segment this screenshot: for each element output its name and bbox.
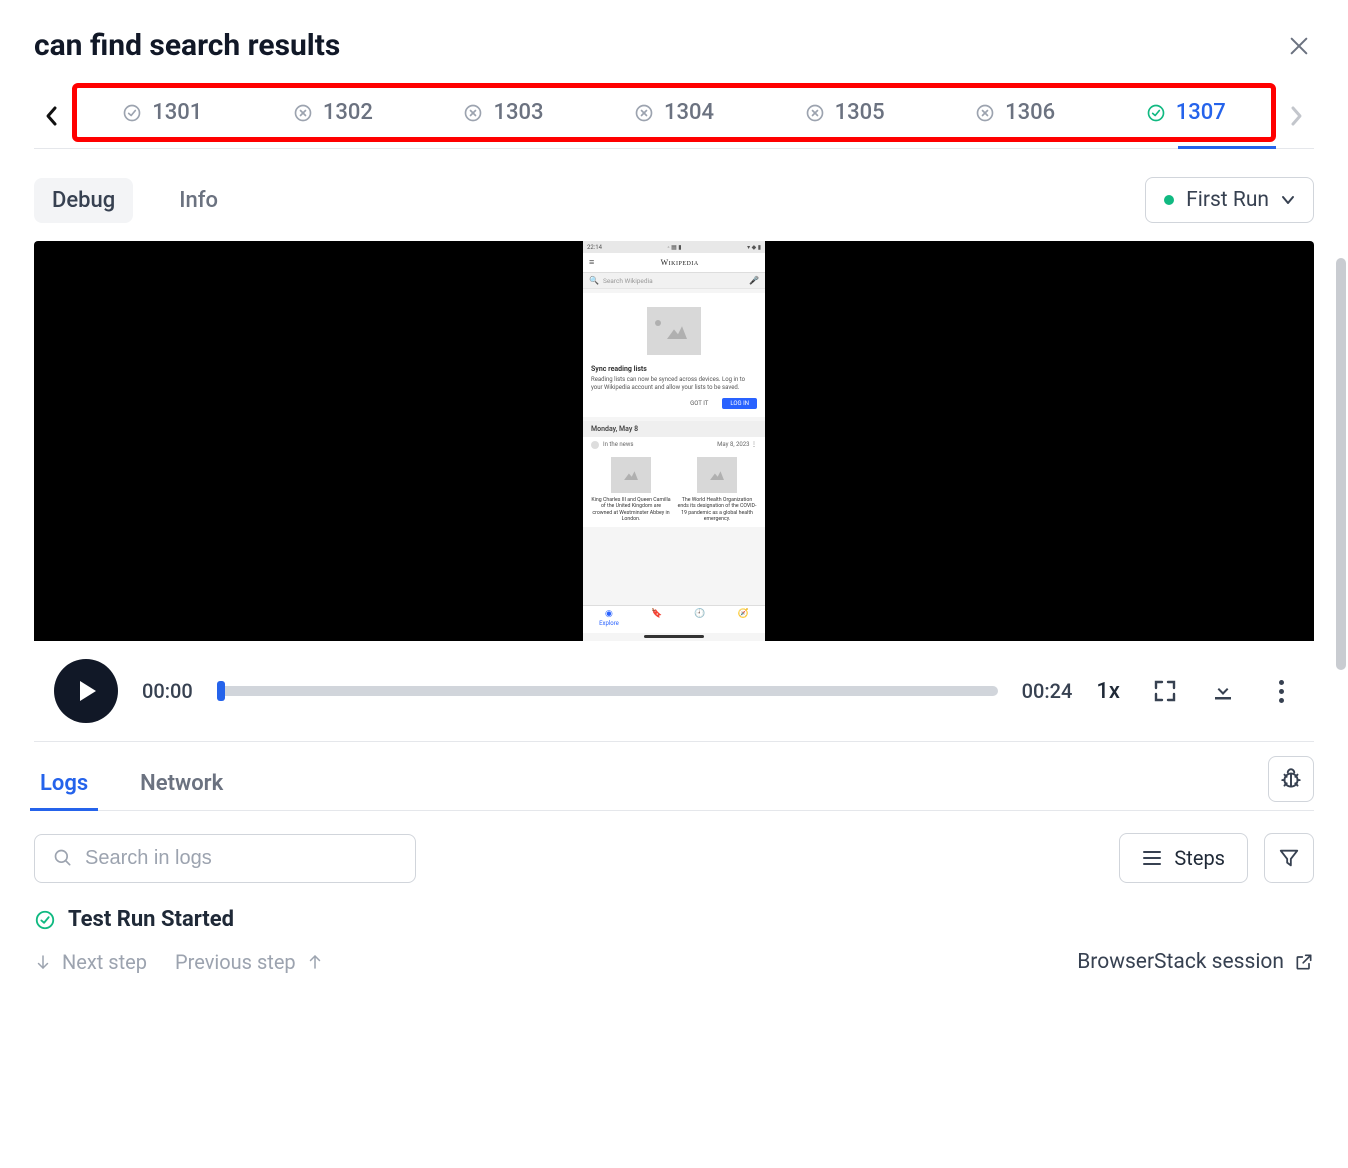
external-link-icon xyxy=(1294,952,1314,972)
filter-button[interactable] xyxy=(1264,833,1314,883)
run-item-1307[interactable]: 1307 xyxy=(1100,94,1271,131)
more-menu-button[interactable] xyxy=(1268,678,1294,704)
runs-list: 1301 1302 1303 1304 xyxy=(72,83,1276,142)
play-button[interactable] xyxy=(54,659,118,723)
chevron-down-icon xyxy=(1281,195,1295,205)
runs-prev-button[interactable] xyxy=(34,96,70,136)
x-circle-icon xyxy=(293,103,313,123)
check-circle-icon xyxy=(1146,103,1166,123)
news-section-label: In the news xyxy=(603,441,633,448)
got-it-button: GOT IT xyxy=(684,398,714,409)
search-icon xyxy=(53,848,73,868)
news-date: May 8, 2023 xyxy=(717,441,749,448)
run-number: 1301 xyxy=(152,100,202,125)
log-entry[interactable]: Test Run Started xyxy=(34,907,1314,932)
current-time: 00:00 xyxy=(142,679,193,703)
close-icon xyxy=(1288,35,1310,57)
mic-icon: 🎤 xyxy=(749,276,759,285)
run-number: 1304 xyxy=(664,100,714,125)
app-title: Wikipedia xyxy=(600,258,759,267)
check-circle-icon xyxy=(122,103,142,123)
hamburger-icon: ≡ xyxy=(589,257,594,268)
kebab-icon xyxy=(1279,680,1284,703)
play-icon xyxy=(80,681,96,701)
download-button[interactable] xyxy=(1210,678,1236,704)
run-item-1302[interactable]: 1302 xyxy=(248,94,419,131)
video-preview[interactable]: 22:14 ◦ ▦ ▮ ▾ ◆ ▮ ≡ Wikipedia 🔍 Search W… xyxy=(34,241,1314,641)
x-circle-icon xyxy=(634,103,654,123)
arrow-up-icon xyxy=(306,953,324,971)
tab-network[interactable]: Network xyxy=(134,757,229,810)
run-number: 1306 xyxy=(1005,100,1055,125)
steps-label: Steps xyxy=(1174,846,1225,870)
runs-next-button[interactable] xyxy=(1278,96,1314,136)
status-dot-icon xyxy=(1164,195,1174,205)
news-item: King Charles III and Queen Camilla of th… xyxy=(591,497,671,523)
list-icon xyxy=(1142,850,1162,866)
x-circle-icon xyxy=(463,103,483,123)
filter-icon xyxy=(1278,847,1300,869)
run-item-1304[interactable]: 1304 xyxy=(589,94,760,131)
run-number: 1303 xyxy=(493,100,543,125)
image-placeholder-icon xyxy=(647,307,701,355)
device-screen: 22:14 ◦ ▦ ▮ ▾ ◆ ▮ ≡ Wikipedia 🔍 Search W… xyxy=(583,241,765,641)
run-item-1306[interactable]: 1306 xyxy=(930,94,1101,131)
log-entry-title: Test Run Started xyxy=(68,907,234,932)
sync-card-title: Sync reading lists xyxy=(591,365,757,373)
run-select-label: First Run xyxy=(1186,188,1269,212)
log-search-box[interactable] xyxy=(34,834,416,883)
active-run-indicator xyxy=(1178,146,1276,149)
prev-step-label: Previous step xyxy=(175,950,296,974)
run-number: 1302 xyxy=(323,100,373,125)
news-item: The World Health Organization ends its d… xyxy=(677,497,757,523)
x-circle-icon xyxy=(975,103,995,123)
tab-logs[interactable]: Logs xyxy=(34,757,94,810)
bug-icon xyxy=(1278,766,1304,792)
run-item-1303[interactable]: 1303 xyxy=(418,94,589,131)
duration: 00:24 xyxy=(1022,679,1073,703)
phone-status-bar: 22:14 ◦ ▦ ▮ ▾ ◆ ▮ xyxy=(583,241,765,253)
close-button[interactable] xyxy=(1284,31,1314,61)
session-link-label: BrowserStack session xyxy=(1077,950,1284,974)
run-number: 1305 xyxy=(835,100,885,125)
next-step-label: Next step xyxy=(62,950,147,974)
run-item-1301[interactable]: 1301 xyxy=(77,94,248,131)
search-icon: 🔍 xyxy=(589,276,599,285)
run-item-1305[interactable]: 1305 xyxy=(759,94,930,131)
log-search-input[interactable] xyxy=(85,847,397,870)
page-title: can find search results xyxy=(34,28,340,63)
report-bug-button[interactable] xyxy=(1268,756,1314,802)
image-placeholder-icon xyxy=(611,457,651,493)
date-header: Monday, May 8 xyxy=(583,421,765,437)
scrollbar-thumb[interactable] xyxy=(1336,258,1346,670)
progress-thumb[interactable] xyxy=(217,681,225,701)
steps-button[interactable]: Steps xyxy=(1119,833,1248,883)
check-circle-icon xyxy=(34,909,56,931)
next-step-button[interactable]: Next step xyxy=(34,950,147,974)
tab-info[interactable]: Info xyxy=(161,178,236,223)
run-number: 1307 xyxy=(1176,100,1226,125)
search-placeholder: Search Wikipedia xyxy=(603,277,745,285)
sync-card-body: Reading lists can now be synced across d… xyxy=(591,376,757,392)
browserstack-session-link[interactable]: BrowserStack session xyxy=(1077,950,1314,974)
chevron-right-icon xyxy=(1288,104,1304,128)
playback-speed-button[interactable]: 1x xyxy=(1096,679,1120,704)
log-in-button: LOG IN xyxy=(722,398,757,409)
prev-step-button[interactable]: Previous step xyxy=(175,950,324,974)
arrow-down-icon xyxy=(34,953,52,971)
image-placeholder-icon xyxy=(697,457,737,493)
x-circle-icon xyxy=(805,103,825,123)
tab-debug[interactable]: Debug xyxy=(34,178,133,223)
run-select-dropdown[interactable]: First Run xyxy=(1145,177,1314,223)
download-icon xyxy=(1211,679,1235,703)
nav-explore: Explore xyxy=(599,620,619,627)
fullscreen-icon xyxy=(1153,679,1177,703)
progress-bar[interactable] xyxy=(217,686,998,696)
fullscreen-button[interactable] xyxy=(1152,678,1178,704)
chevron-left-icon xyxy=(44,104,60,128)
